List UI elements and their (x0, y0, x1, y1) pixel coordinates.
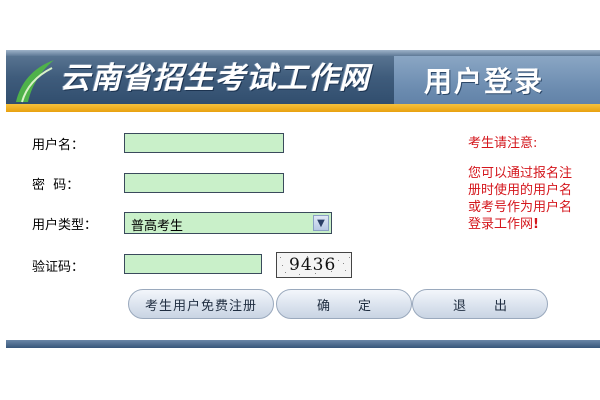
username-label: 用户名： (32, 138, 85, 153)
password-label: 密 码： (32, 178, 80, 193)
usertype-label: 用户类型： (32, 218, 98, 233)
leaf-logo-icon (16, 60, 54, 103)
footer-bar (6, 340, 600, 348)
site-title: 云南省招生考试工作网 (60, 61, 370, 96)
notice-marker: ! (533, 217, 539, 232)
username-input[interactable] (124, 133, 284, 153)
usertype-select[interactable]: 普高考生 ▼ (124, 212, 332, 234)
notice-body: 您可以通过报名注册时使用的用户名或考号作为用户名登录工作网! (468, 165, 580, 233)
header-banner: 云南省招生考试工作网 用户登录 (6, 50, 600, 110)
captcha-text: 9436 (289, 255, 337, 275)
accent-bar (6, 104, 600, 112)
login-title-panel: 用户登录 (394, 56, 600, 110)
chevron-down-icon[interactable]: ▼ (313, 215, 329, 231)
password-input[interactable] (124, 173, 284, 193)
captcha-label: 验证码： (32, 260, 85, 275)
exit-button[interactable]: 退出 (412, 289, 548, 319)
confirm-button[interactable]: 确定 (276, 289, 412, 319)
register-button[interactable]: 考生用户免费注册 (128, 289, 274, 319)
captcha-input[interactable] (124, 254, 262, 274)
notice-text: 您可以通过报名注册时使用的用户名或考号作为用户名登录工作网 (468, 166, 573, 232)
login-title: 用户登录 (424, 65, 545, 98)
usertype-selected-value: 普高考生 (131, 219, 184, 234)
captcha-image[interactable]: 9436 (276, 252, 352, 278)
notice-title: 考生请注意: (468, 136, 538, 151)
